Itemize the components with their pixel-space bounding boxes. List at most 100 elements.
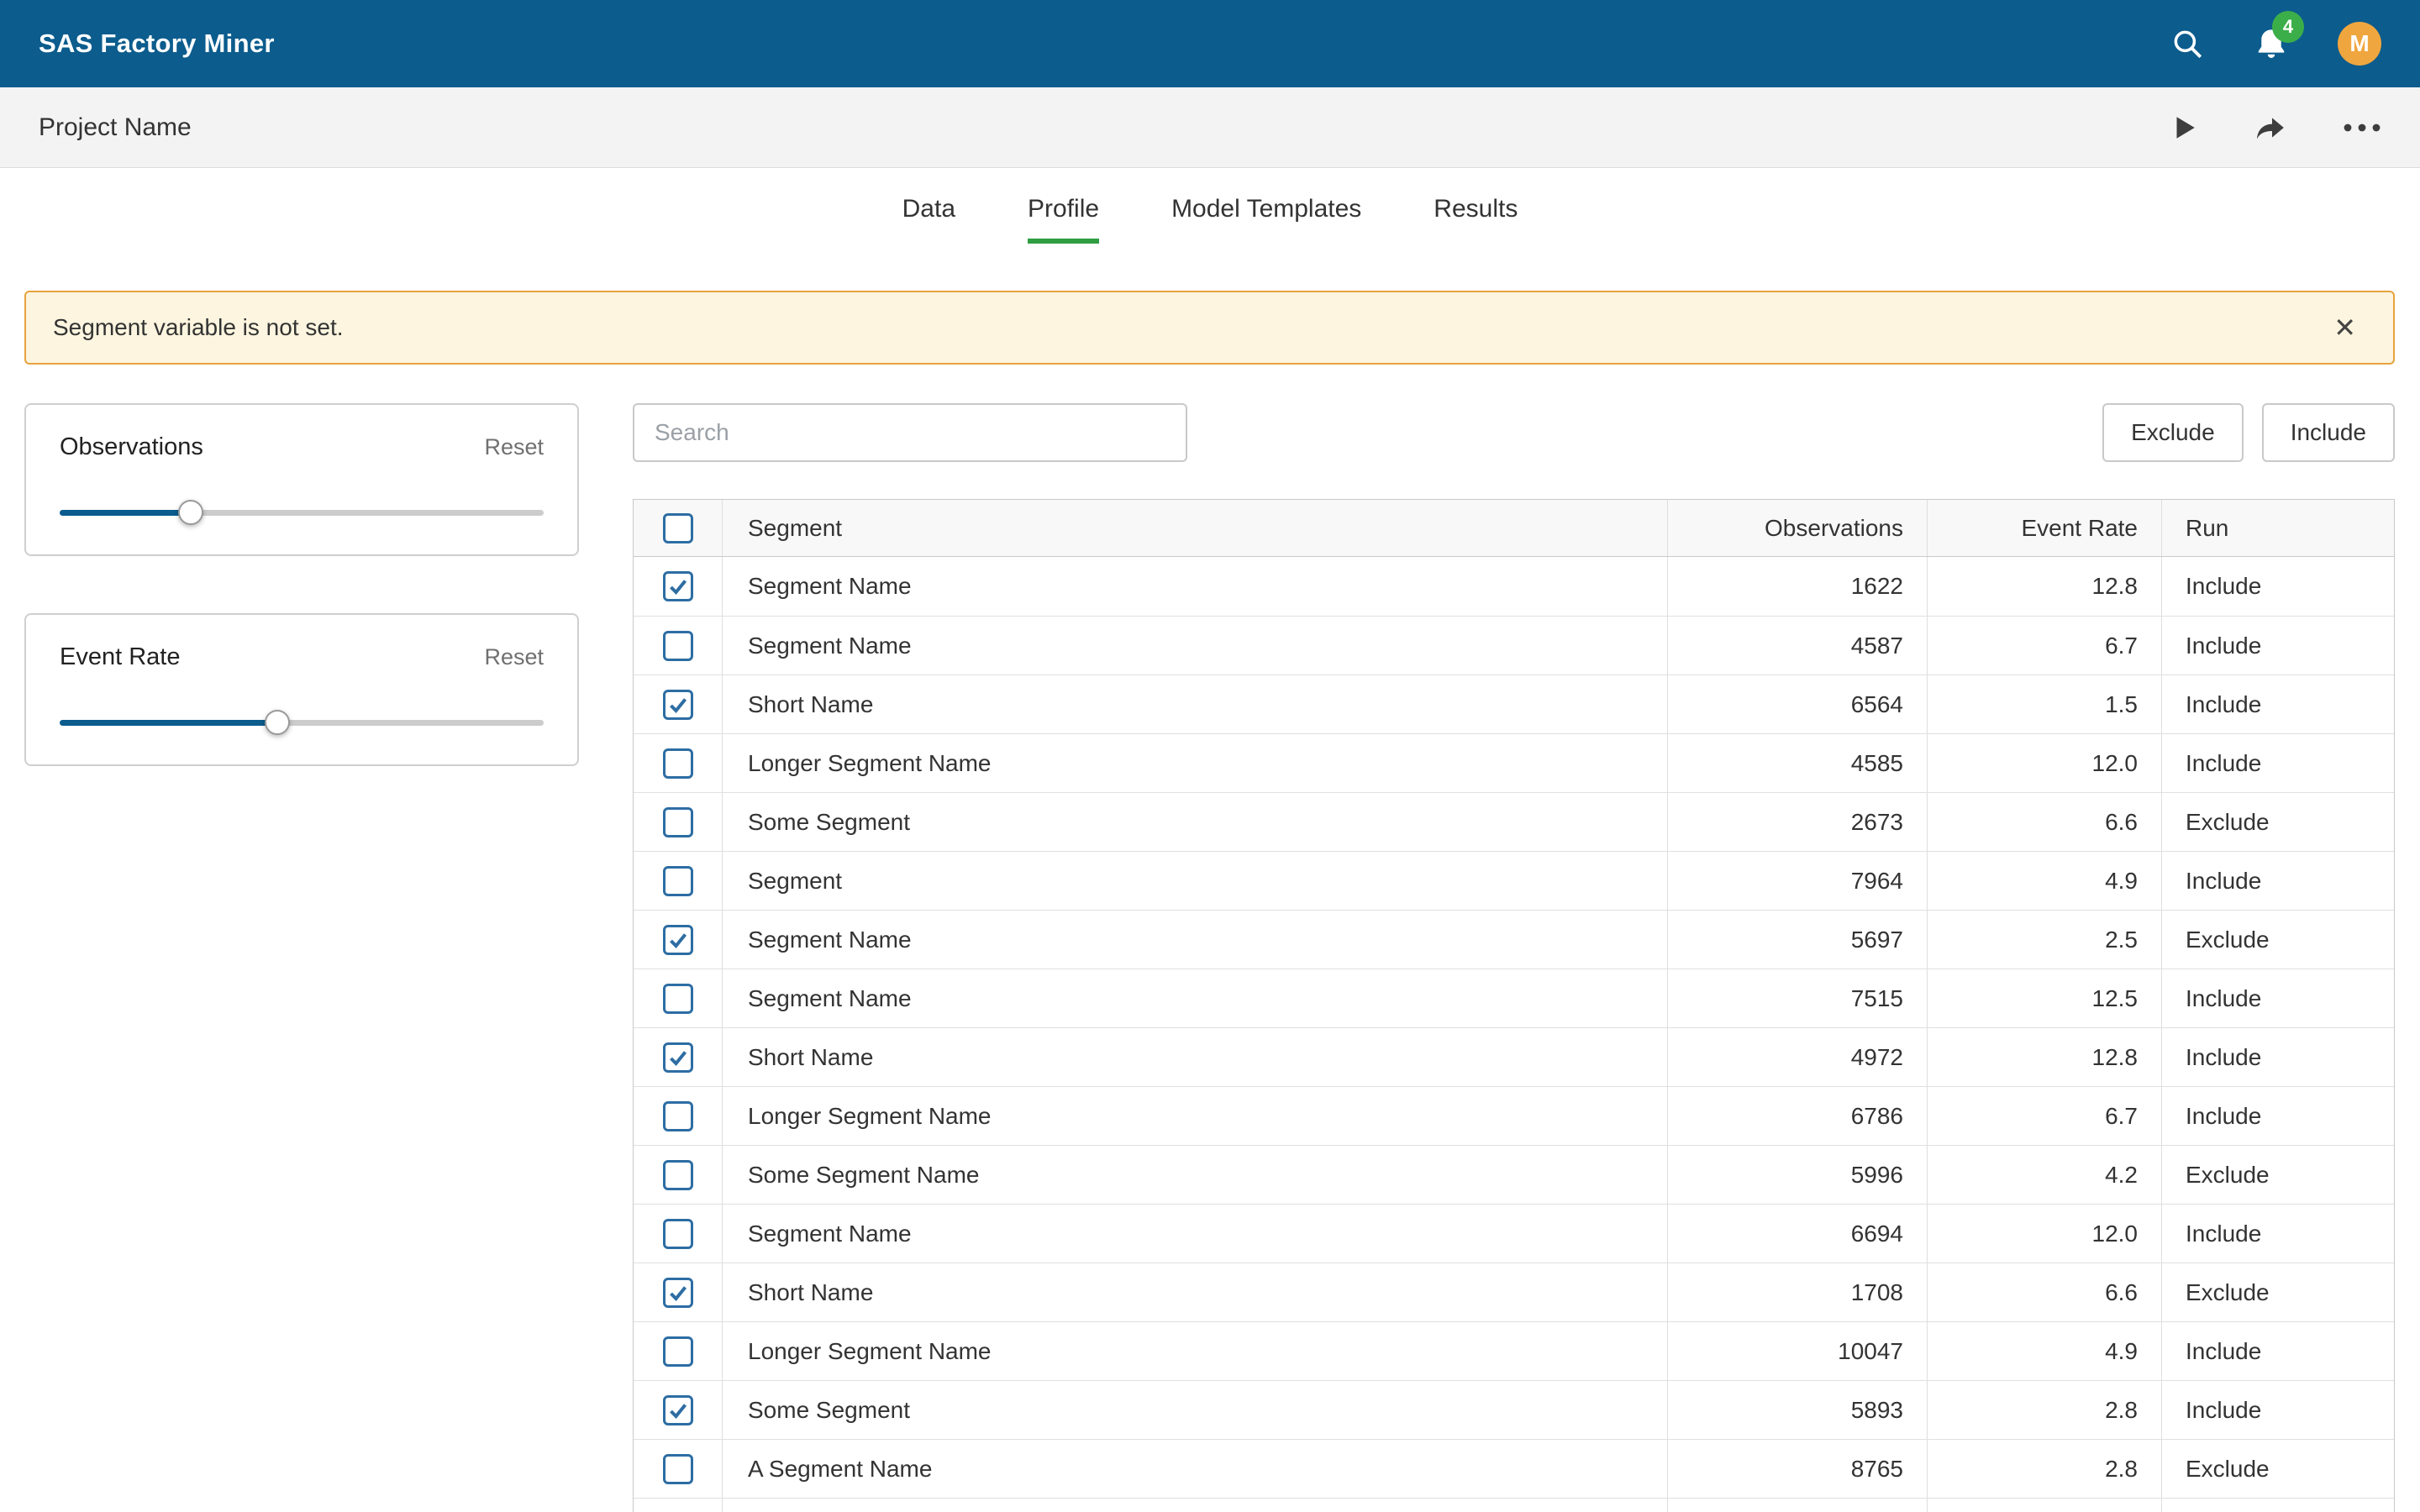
- row-checkbox[interactable]: [662, 924, 693, 955]
- row-checkbox[interactable]: [662, 1394, 693, 1425]
- search-input[interactable]: [633, 403, 1187, 462]
- segment-table: Segment Observations Event Rate Run Segm…: [633, 499, 2395, 1512]
- row-checkbox[interactable]: [662, 1159, 693, 1190]
- cell-segment: Segment Name: [722, 557, 1667, 616]
- cell-segment: Short Name: [722, 1028, 1667, 1086]
- row-checkbox[interactable]: [662, 630, 693, 661]
- row-checkbox[interactable]: [662, 1218, 693, 1249]
- cell-event-rate: 6.7: [1927, 617, 2161, 675]
- run-button[interactable]: [2170, 111, 2198, 144]
- cell-event-rate: 12.5: [1927, 969, 2161, 1027]
- select-all-checkbox[interactable]: [662, 512, 693, 543]
- cell-event-rate: 2.8: [1927, 1381, 2161, 1439]
- tab-model-templates[interactable]: Model Templates: [1171, 195, 1361, 244]
- observations-slider[interactable]: [60, 500, 544, 525]
- ellipsis-icon: [2344, 123, 2381, 131]
- cell-observations: 5697: [1667, 911, 1927, 969]
- row-checkbox[interactable]: [662, 1336, 693, 1367]
- cell-run: Include: [2161, 557, 2394, 616]
- forward-arrow-icon: [2257, 117, 2284, 139]
- cell-event-rate: 12.5: [1927, 1499, 2161, 1512]
- event-rate-filter-card: Event Rate Reset: [24, 613, 579, 766]
- table-row: Segment Name 1622 12.8 Include: [634, 557, 2394, 616]
- row-checkbox[interactable]: [662, 1277, 693, 1308]
- row-checkbox[interactable]: [662, 571, 693, 601]
- observations-filter-card: Observations Reset: [24, 403, 579, 556]
- cell-observations: 1708: [1667, 1263, 1927, 1321]
- cell-event-rate: 2.8: [1927, 1440, 2161, 1498]
- cell-event-rate: 12.0: [1927, 1205, 2161, 1263]
- cell-event-rate: 6.6: [1927, 1263, 2161, 1321]
- table-header: Segment Observations Event Rate Run: [634, 500, 2394, 557]
- cell-observations: 6694: [1667, 1205, 1927, 1263]
- slider-thumb[interactable]: [177, 500, 203, 525]
- tab-data[interactable]: Data: [902, 195, 955, 244]
- filter-panel: Observations Reset Event Rate Reset: [24, 403, 579, 766]
- cell-event-rate: 12.8: [1927, 1028, 2161, 1086]
- cell-observations: 5893: [1667, 1381, 1927, 1439]
- cell-observations: 2673: [1667, 793, 1927, 851]
- slider-thumb[interactable]: [265, 710, 291, 735]
- row-checkbox[interactable]: [662, 806, 693, 837]
- search-icon[interactable]: [2170, 26, 2205, 61]
- share-button[interactable]: [2252, 111, 2289, 144]
- row-checkbox[interactable]: [662, 865, 693, 896]
- row-checkbox[interactable]: [662, 748, 693, 779]
- table-row: Segment Name 4587 6.7 Include: [634, 616, 2394, 675]
- observations-reset-button[interactable]: Reset: [484, 434, 544, 460]
- cell-event-rate: 12.0: [1927, 734, 2161, 792]
- row-checkbox[interactable]: [662, 1100, 693, 1131]
- project-actions: [2170, 111, 2381, 144]
- more-options-button[interactable]: [2343, 123, 2381, 133]
- column-header-segment[interactable]: Segment: [722, 500, 1667, 556]
- project-title: Project Name: [39, 113, 192, 141]
- table-row: A Segment Name 8765 2.8 Exclude: [634, 1439, 2394, 1498]
- slider-track: [60, 720, 544, 726]
- cell-event-rate: 6.7: [1927, 1087, 2161, 1145]
- row-checkbox[interactable]: [662, 1042, 693, 1073]
- cell-segment: Segment Name: [722, 1205, 1667, 1263]
- row-checkbox[interactable]: [662, 689, 693, 720]
- cell-segment: Segment Name: [722, 617, 1667, 675]
- close-icon[interactable]: ✕: [2333, 312, 2356, 344]
- cell-event-rate: 2.5: [1927, 911, 2161, 969]
- cell-observations: 4587: [1667, 617, 1927, 675]
- table-row: Short Name 4972 12.8 Include: [634, 1027, 2394, 1086]
- table-row: Segment Name 6694 12.0 Include: [634, 1204, 2394, 1263]
- cell-segment: A Segment Name: [722, 1440, 1667, 1498]
- notifications-button[interactable]: 4: [2254, 11, 2304, 63]
- avatar-initial: M: [2349, 30, 2370, 56]
- cell-run: Exclude: [2161, 1440, 2394, 1498]
- slider-fill: [60, 720, 278, 726]
- exclude-button[interactable]: Exclude: [2102, 403, 2244, 462]
- table-row: Some Segment Name 5996 4.2 Exclude: [634, 1145, 2394, 1204]
- event-rate-reset-button[interactable]: Reset: [484, 644, 544, 670]
- app-bar: SAS Factory Miner 4 M: [0, 0, 2420, 87]
- row-checkbox[interactable]: [662, 983, 693, 1014]
- cell-observations: 1142: [1667, 1499, 1927, 1512]
- column-header-run[interactable]: Run: [2161, 500, 2394, 556]
- column-header-event-rate[interactable]: Event Rate: [1927, 500, 2161, 556]
- cell-observations: 4972: [1667, 1028, 1927, 1086]
- row-checkbox[interactable]: [662, 1453, 693, 1484]
- tab-profile[interactable]: Profile: [1028, 195, 1100, 244]
- app-bar-actions: 4 M: [2170, 11, 2381, 66]
- cell-run: Include: [2161, 675, 2394, 733]
- content-area: Observations Reset Event Rate Reset Excl…: [0, 365, 2420, 1512]
- event-rate-filter-title: Event Rate: [60, 643, 181, 670]
- table-row: Some Segment 5893 2.8 Include: [634, 1380, 2394, 1439]
- alert-banner: Segment variable is not set. ✕: [24, 291, 2395, 365]
- event-rate-slider[interactable]: [60, 710, 544, 735]
- tab-results[interactable]: Results: [1434, 195, 1518, 244]
- cell-observations: 10047: [1667, 1322, 1927, 1380]
- column-header-observations[interactable]: Observations: [1667, 500, 1927, 556]
- cell-run: Include: [2161, 1499, 2394, 1512]
- cell-segment: Short Name: [722, 1263, 1667, 1321]
- cell-run: Include: [2161, 617, 2394, 675]
- cell-event-rate: 4.9: [1927, 1322, 2161, 1380]
- tab-bar: Data Profile Model Templates Results: [0, 195, 2420, 244]
- include-button[interactable]: Include: [2261, 403, 2395, 462]
- cell-observations: 5996: [1667, 1146, 1927, 1204]
- cell-event-rate: 4.2: [1927, 1146, 2161, 1204]
- avatar[interactable]: M: [2338, 22, 2381, 66]
